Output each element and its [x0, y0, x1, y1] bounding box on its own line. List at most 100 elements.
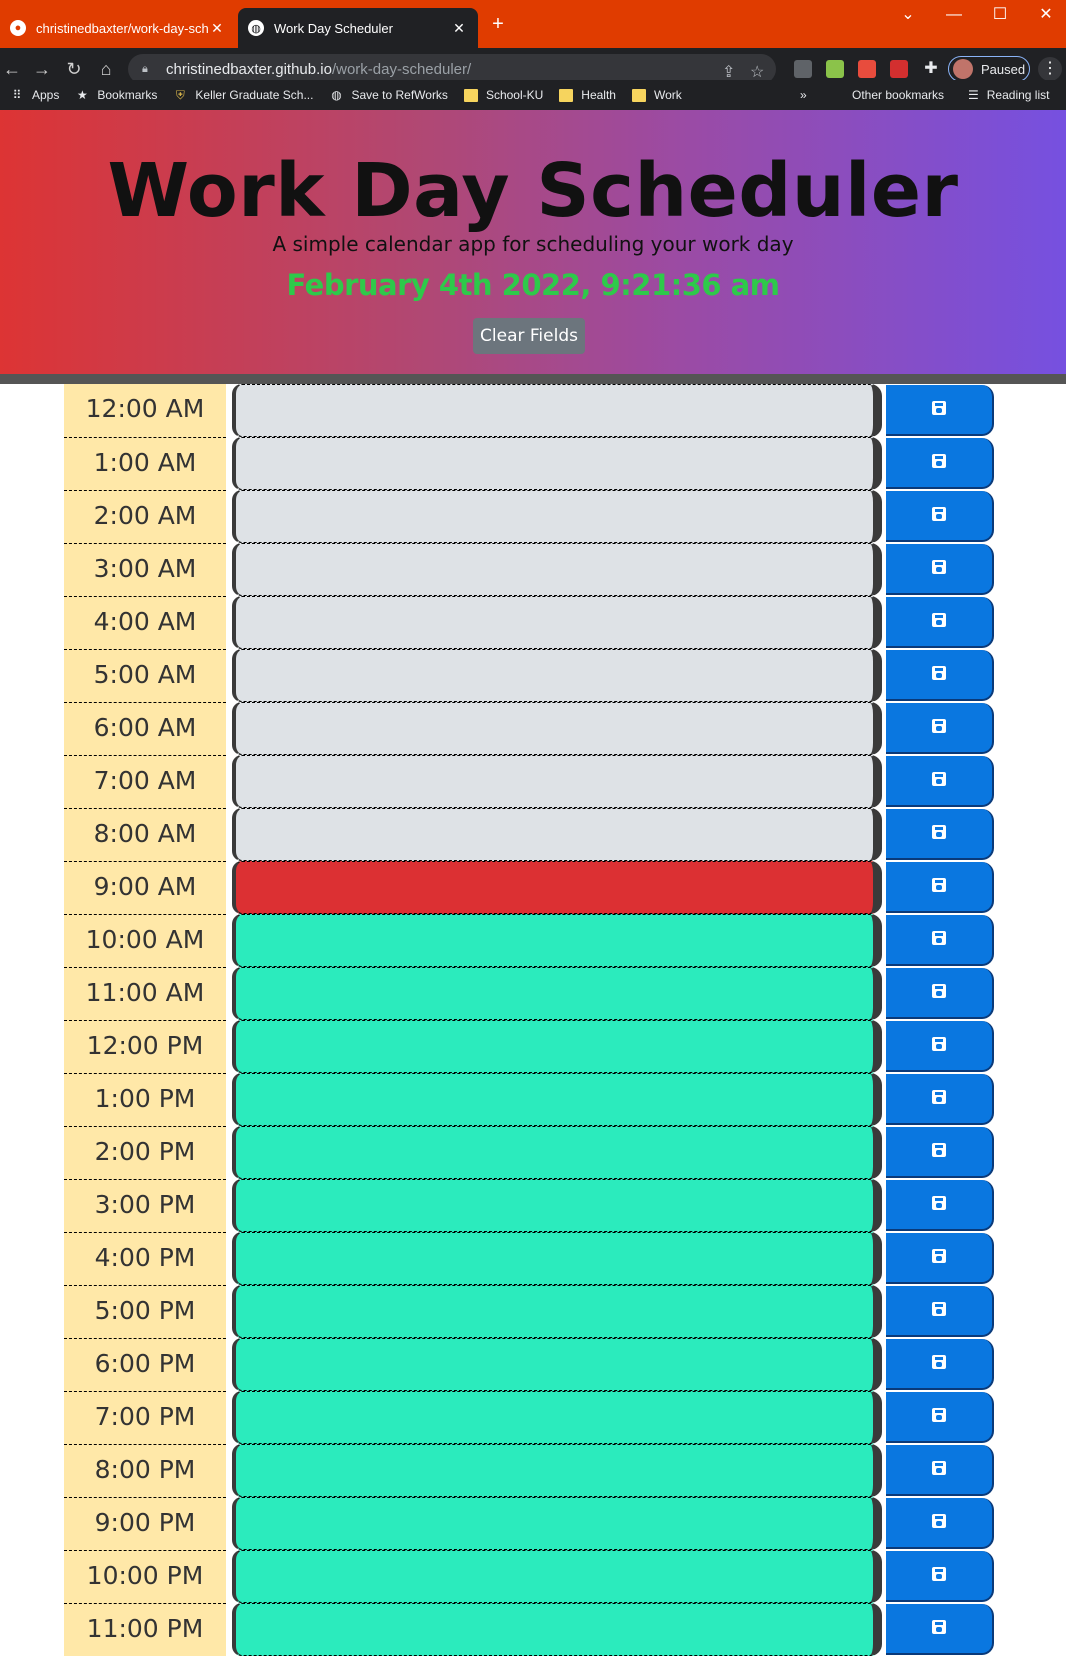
save-button[interactable]	[886, 1498, 994, 1549]
event-description-input[interactable]	[232, 1232, 882, 1285]
save-button[interactable]	[886, 703, 994, 754]
bookmark-label: School-KU	[485, 88, 544, 102]
bookmark-refworks[interactable]: ◍ Save to RefWorks	[329, 88, 448, 102]
save-button[interactable]	[886, 650, 994, 701]
event-description-input[interactable]	[232, 649, 882, 702]
chevron-down-icon[interactable]: ⌄	[884, 0, 932, 30]
time-block-row: 2:00 AM	[64, 490, 994, 543]
bookmark-other[interactable]: Other bookmarks	[830, 88, 944, 102]
home-icon[interactable]: ⌂	[94, 57, 118, 81]
puzzle-icon[interactable]: ✚	[922, 60, 940, 78]
tab-work-day-scheduler[interactable]: ◍ Work Day Scheduler ✕	[238, 8, 478, 48]
event-description-input[interactable]	[232, 1550, 882, 1603]
event-description-input[interactable]	[232, 1020, 882, 1073]
save-icon	[932, 878, 946, 892]
save-button[interactable]	[886, 438, 994, 489]
event-description-input[interactable]	[232, 702, 882, 755]
event-description-input[interactable]	[232, 1285, 882, 1338]
folder-icon	[559, 88, 574, 102]
save-button[interactable]	[886, 1127, 994, 1178]
event-description-input[interactable]	[232, 755, 882, 808]
reading-list[interactable]: ☰ Reading list	[968, 88, 1049, 102]
save-button[interactable]	[886, 1604, 994, 1655]
hour-label: 10:00 AM	[64, 914, 226, 967]
save-button[interactable]	[886, 385, 994, 436]
event-description-input[interactable]	[232, 1179, 882, 1232]
save-icon	[932, 1249, 946, 1263]
event-description-input[interactable]	[232, 543, 882, 596]
bookmark-apps[interactable]: ⠿ Apps	[10, 87, 60, 102]
profile-button[interactable]: Paused	[948, 56, 1030, 82]
hour-label: 9:00 AM	[64, 861, 226, 914]
apps-grid-icon: ⠿	[12, 87, 22, 102]
save-button[interactable]	[886, 1074, 994, 1125]
extension-icon[interactable]	[858, 60, 876, 78]
time-block-row: 4:00 PM	[64, 1232, 994, 1285]
event-description-input[interactable]	[232, 1338, 882, 1391]
save-button[interactable]	[886, 597, 994, 648]
share-icon[interactable]: ⇪	[722, 62, 735, 82]
save-button[interactable]	[886, 862, 994, 913]
tab-github[interactable]: ● christinedbaxter/work-day-sched ✕	[0, 8, 236, 48]
save-button[interactable]	[886, 1286, 994, 1337]
time-block-row: 4:00 AM	[64, 596, 994, 649]
minimize-button[interactable]: —	[930, 0, 978, 30]
save-button[interactable]	[886, 1392, 994, 1443]
event-description-input[interactable]	[232, 1444, 882, 1497]
save-button[interactable]	[886, 915, 994, 966]
new-tab-button[interactable]: +	[486, 12, 510, 36]
event-description-input[interactable]	[232, 1073, 882, 1126]
bookmarks-overflow[interactable]: »	[800, 88, 807, 102]
save-icon	[932, 1514, 946, 1528]
event-description-input[interactable]	[232, 1497, 882, 1550]
event-description-input[interactable]	[232, 1603, 882, 1656]
close-window-button[interactable]: ✕	[1022, 0, 1066, 30]
url-path: /work-day-scheduler/	[331, 60, 472, 78]
bookmark-keller[interactable]: ⛨ Keller Graduate Sch...	[173, 88, 314, 102]
star-icon[interactable]: ☆	[750, 62, 764, 82]
tab-label: Work Day Scheduler	[274, 20, 393, 36]
menu-icon[interactable]: ⋮	[1038, 57, 1062, 81]
save-button[interactable]	[886, 1180, 994, 1231]
bookmark-work[interactable]: Work	[631, 88, 682, 102]
event-description-input[interactable]	[232, 437, 882, 490]
save-button[interactable]	[886, 1445, 994, 1496]
time-block-list: 12:00 AM 1:00 AM 2:00 AM 3:00 AM 4:00 AM 5:00…	[64, 384, 994, 1656]
save-button[interactable]	[886, 544, 994, 595]
save-button[interactable]	[886, 1021, 994, 1072]
save-icon	[932, 1567, 946, 1581]
save-button[interactable]	[886, 1233, 994, 1284]
event-description-input[interactable]	[232, 808, 882, 861]
save-button[interactable]	[886, 1339, 994, 1390]
save-button[interactable]	[886, 968, 994, 1019]
save-button[interactable]	[886, 1551, 994, 1602]
event-description-input[interactable]	[232, 967, 882, 1020]
maximize-button[interactable]: ☐	[976, 0, 1024, 30]
event-description-input[interactable]	[232, 1391, 882, 1444]
save-icon	[932, 1461, 946, 1475]
bookmark-health[interactable]: Health	[559, 88, 616, 102]
bookmark-school-ku[interactable]: School-KU	[463, 88, 544, 102]
event-description-input[interactable]	[232, 596, 882, 649]
back-icon[interactable]: ←	[0, 57, 24, 81]
reload-icon[interactable]: ↻	[62, 57, 86, 81]
clear-fields-button[interactable]: Clear Fields	[473, 318, 585, 354]
pdf-icon[interactable]	[890, 60, 908, 78]
close-icon[interactable]: ✕	[208, 20, 226, 37]
time-block-row: 7:00 AM	[64, 755, 994, 808]
save-icon	[932, 507, 946, 521]
event-description-input[interactable]	[232, 861, 882, 914]
close-icon[interactable]: ✕	[450, 20, 468, 37]
bookmark-bookmarks[interactable]: ★ Bookmarks	[75, 88, 157, 102]
event-description-input[interactable]	[232, 384, 882, 437]
event-description-input[interactable]	[232, 490, 882, 543]
save-icon	[932, 984, 946, 998]
save-button[interactable]	[886, 809, 994, 860]
event-description-input[interactable]	[232, 914, 882, 967]
save-button[interactable]	[886, 756, 994, 807]
event-description-input[interactable]	[232, 1126, 882, 1179]
extension-icon[interactable]	[826, 60, 844, 78]
forward-icon[interactable]: →	[30, 57, 54, 81]
extension-icon[interactable]	[794, 60, 812, 78]
save-button[interactable]	[886, 491, 994, 542]
